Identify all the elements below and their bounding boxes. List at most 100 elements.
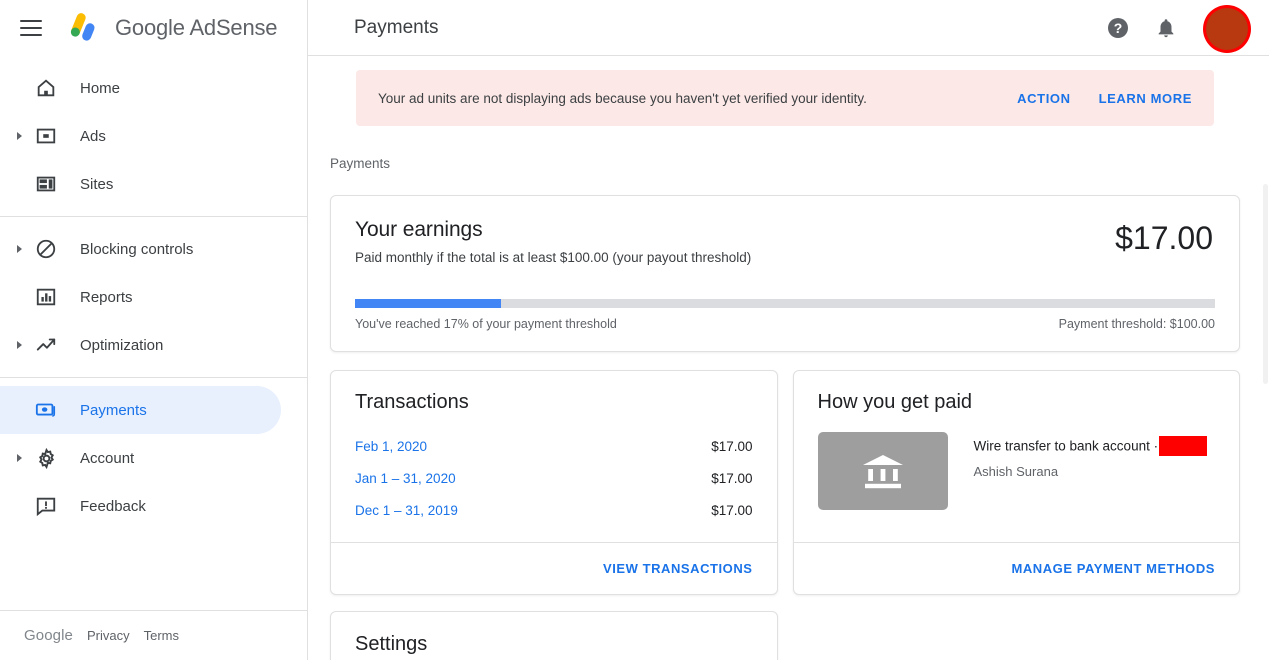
gear-icon	[34, 446, 58, 470]
expander-placeholder	[12, 403, 26, 417]
chevron-right-icon[interactable]	[12, 129, 26, 143]
sidebar-group-primary: Home Ads Sites	[0, 56, 307, 216]
footer-link-privacy[interactable]: Privacy	[87, 628, 130, 643]
payment-method-info: Wire transfer to bank account · Ashish S…	[974, 432, 1208, 479]
view-transactions-button[interactable]: VIEW TRANSACTIONS	[603, 561, 752, 576]
footer-google-wordmark: Google	[24, 627, 73, 644]
how-you-get-paid-title: How you get paid	[817, 391, 973, 413]
sidebar-item-blocking-controls[interactable]: Blocking controls	[0, 225, 281, 273]
settings-card: Settings	[330, 611, 778, 660]
banner-actions: ACTION LEARN MORE	[1017, 91, 1192, 106]
sidebar-item-label: Home	[80, 79, 121, 97]
bell-glyph	[1158, 18, 1174, 37]
expander-placeholder	[12, 290, 26, 304]
banner-learn-more-button[interactable]: LEARN MORE	[1099, 91, 1192, 106]
chevron-right-icon[interactable]	[12, 242, 26, 256]
payment-method-footer: MANAGE PAYMENT METHODS	[793, 542, 1239, 594]
svg-text:?: ?	[1114, 20, 1123, 36]
sidebar-item-label: Account	[80, 449, 135, 467]
sites-icon	[34, 172, 58, 196]
identity-verification-banner: Your ad units are not displaying ads bec…	[356, 70, 1214, 126]
footer-link-terms[interactable]: Terms	[144, 628, 179, 643]
account-avatar[interactable]	[1203, 4, 1251, 53]
sidebar-item-label: Optimization	[80, 336, 164, 354]
sidebar-item-reports[interactable]: Reports	[0, 273, 281, 321]
help-question-glyph: ?	[1108, 17, 1128, 38]
cards-area: Your earnings Paid monthly if the total …	[308, 173, 1262, 660]
transaction-date-link[interactable]: Jan 1 – 31, 2020	[355, 471, 456, 486]
payment-method-text: Wire transfer to bank account ·	[973, 438, 1159, 454]
help-question-icon[interactable]: ?	[1105, 15, 1131, 41]
sidebar-item-account[interactable]: Account	[0, 434, 281, 482]
settings-title: Settings	[355, 633, 428, 655]
avatar-image	[1206, 7, 1248, 50]
ads-icon	[34, 124, 58, 148]
sidebar-item-label: Sites	[80, 175, 114, 193]
main-scrollbar[interactable]	[1262, 56, 1269, 660]
brand-text: Google AdSense	[115, 15, 278, 41]
earnings-amount: $17.00	[1115, 220, 1213, 256]
hamburger-menu-icon[interactable]	[20, 14, 48, 42]
block-icon	[34, 237, 58, 261]
reports-bar-chart-icon	[34, 285, 58, 309]
top-bar: Google AdSense Payments ?	[0, 0, 1269, 56]
sidebar-item-label: Reports	[80, 288, 133, 306]
transaction-row: Feb 1, 2020 $17.00	[355, 430, 753, 462]
banner-message: Your ad units are not displaying ads bec…	[378, 90, 867, 106]
transaction-date-link[interactable]: Dec 1 – 31, 2019	[355, 503, 458, 518]
transaction-amount: $17.00	[711, 502, 753, 518]
sidebar-navigation: Home Ads Sites Blocking controls Reports…	[0, 56, 308, 660]
adsense-payments-page: Google AdSense Payments ? Home Ads Sites…	[0, 0, 1269, 660]
brand-logo-link[interactable]: Google AdSense	[64, 13, 278, 43]
feedback-icon	[34, 494, 58, 518]
content-scroll-region: Payments Your earnings Paid monthly if t…	[308, 126, 1262, 660]
trending-up-icon	[34, 333, 58, 357]
main-content: Your ad units are not displaying ads bec…	[308, 56, 1269, 660]
transaction-date-link[interactable]: Feb 1, 2020	[355, 439, 427, 454]
banner-action-button[interactable]: ACTION	[1017, 91, 1070, 106]
chevron-right-icon[interactable]	[12, 451, 26, 465]
brand-product-word: AdSense	[189, 15, 278, 40]
sidebar-item-ads[interactable]: Ads	[0, 112, 281, 160]
how-you-get-paid-card: How you get paid Wire transfer to bank a…	[792, 370, 1240, 595]
sidebar-item-feedback[interactable]: Feedback	[0, 482, 281, 530]
adsense-logo-icon	[70, 13, 95, 41]
earnings-subtitle: Paid monthly if the total is at least $1…	[355, 250, 752, 265]
sidebar-item-label: Blocking controls	[80, 240, 194, 258]
sidebar-item-label: Feedback	[80, 497, 146, 515]
redacted-account-number	[1159, 436, 1208, 456]
sidebar-item-payments[interactable]: Payments	[0, 386, 281, 434]
transactions-footer: VIEW TRANSACTIONS	[331, 542, 777, 594]
breadcrumb-row: Payments	[308, 126, 1262, 173]
transaction-amount: $17.00	[711, 438, 753, 454]
account-holder-name: Ashish Surana	[973, 464, 1059, 479]
transactions-card: Transactions Feb 1, 2020 $17.00 Jan 1 – 31…	[330, 370, 778, 595]
progress-track	[355, 299, 1215, 308]
payment-method-body: How you get paid Wire transfer to bank a…	[794, 371, 1240, 542]
sidebar-item-optimization[interactable]: Optimization	[0, 321, 281, 369]
transaction-amount: $17.00	[711, 470, 753, 486]
sidebar-item-home[interactable]: Home	[0, 64, 281, 112]
top-bar-main-area: Payments ?	[308, 0, 1269, 56]
sidebar-item-sites[interactable]: Sites	[0, 160, 281, 208]
bell-icon[interactable]	[1153, 15, 1179, 41]
payments-money-icon	[34, 398, 58, 422]
scrollbar-thumb[interactable]	[1263, 184, 1268, 384]
breadcrumb[interactable]: Payments	[330, 156, 390, 171]
expander-placeholder	[12, 177, 26, 191]
sidebar-item-label: Payments	[80, 401, 147, 419]
sidebar-group-tools: Blocking controls Reports Optimization	[0, 217, 307, 377]
progress-meta-row: You've reached 17% of your payment thres…	[355, 317, 1215, 331]
home-icon	[34, 76, 58, 100]
top-bar-brand-area: Google AdSense	[0, 0, 308, 56]
manage-payment-methods-button[interactable]: MANAGE PAYMENT METHODS	[1011, 561, 1215, 576]
sidebar-item-label: Ads	[80, 127, 106, 145]
notification-zone: Your ad units are not displaying ads bec…	[308, 56, 1262, 126]
your-earnings-card: Your earnings Paid monthly if the total …	[330, 195, 1240, 352]
two-column-card-row: Transactions Feb 1, 2020 $17.00 Jan 1 – 31…	[330, 370, 1240, 595]
progress-fill	[355, 299, 502, 308]
chevron-right-icon[interactable]	[12, 338, 26, 352]
progress-reached-label: You've reached 17% of your payment thres…	[355, 317, 617, 331]
transactions-list: Feb 1, 2020 $17.00 Jan 1 – 31, 2020 $17.00 D…	[355, 430, 753, 526]
